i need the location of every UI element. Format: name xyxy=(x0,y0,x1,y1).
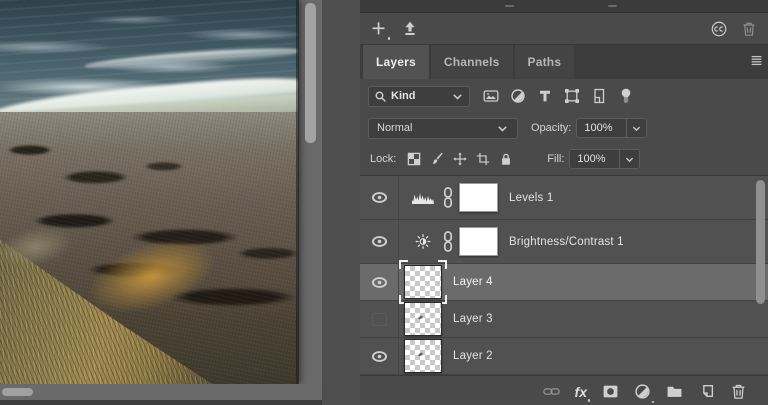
lock-icons xyxy=(407,152,513,166)
mask-link-icon xyxy=(443,187,453,208)
canvas-edge-shadow xyxy=(296,0,299,384)
blend-mode-dropdown[interactable]: Normal xyxy=(368,118,518,139)
filter-type-icons xyxy=(483,88,634,104)
eye-icon[interactable] xyxy=(371,276,388,289)
layer-visibility-toggle[interactable] xyxy=(360,301,399,337)
fill-field[interactable]: 100% xyxy=(569,149,640,169)
blend-row: Normal Opacity: 100% xyxy=(360,113,768,143)
filter-kind-dropdown[interactable]: Kind xyxy=(368,86,470,107)
panel-header xyxy=(360,13,768,45)
canvas-photo[interactable] xyxy=(0,0,298,384)
chevron-down-icon xyxy=(496,122,509,135)
fx-label: fx xyxy=(575,385,587,399)
add-icon[interactable] xyxy=(371,21,387,37)
opacity-label: Opacity: xyxy=(531,122,571,134)
lock-transparency-icon[interactable] xyxy=(407,152,421,166)
search-icon xyxy=(374,90,387,103)
smart-object-filter-icon[interactable] xyxy=(591,88,607,104)
add-mask-icon[interactable] xyxy=(602,383,619,400)
blend-mode-value: Normal xyxy=(377,122,412,134)
tab-label: Channels xyxy=(444,55,500,69)
layer-mask-thumbnail[interactable] xyxy=(459,227,498,256)
transparent-thumbnail xyxy=(404,265,442,299)
layer-list: Levels 1 Brightness/Contrast 1 Layer 4 Laye… xyxy=(360,176,768,375)
panel-tabs: Layers Channels Paths xyxy=(360,45,768,79)
tab-paths[interactable]: Paths xyxy=(515,45,575,79)
layer-visibility-toggle[interactable] xyxy=(360,176,399,219)
chevron-down-icon[interactable] xyxy=(626,119,646,137)
pixel-filter-icon[interactable] xyxy=(483,88,499,104)
layer-name[interactable]: Layer 4 xyxy=(453,276,493,288)
layer-visibility-toggle[interactable] xyxy=(360,264,399,300)
chevron-down-icon[interactable] xyxy=(619,150,639,168)
transparent-thumbnail xyxy=(404,302,442,336)
layer-row[interactable]: Layer 3 xyxy=(360,301,768,338)
lock-all-icon[interactable] xyxy=(499,152,513,166)
lock-position-icon[interactable] xyxy=(453,152,467,166)
new-group-icon[interactable] xyxy=(666,383,683,400)
lock-pixels-icon[interactable] xyxy=(430,152,444,166)
eye-icon[interactable] xyxy=(371,191,388,204)
chevron-down-icon xyxy=(451,90,464,103)
layer-visibility-toggle[interactable] xyxy=(360,338,399,374)
mask-link-icon xyxy=(443,231,453,252)
type-filter-icon[interactable] xyxy=(537,88,553,104)
layer-row[interactable]: Brightness/Contrast 1 xyxy=(360,220,768,264)
opacity-field[interactable]: 100% xyxy=(576,118,647,138)
brightness-contrast-icon[interactable] xyxy=(411,234,435,249)
layer-name[interactable]: Levels 1 xyxy=(509,192,553,204)
horizontal-scrollbar[interactable] xyxy=(0,384,322,400)
add-adjustment-icon[interactable] xyxy=(634,383,651,400)
document-area xyxy=(0,0,360,405)
filtering-toggle-icon[interactable] xyxy=(618,88,634,104)
filter-row: Kind xyxy=(360,79,768,113)
layer-list-scrollbar-thumb[interactable] xyxy=(756,180,765,304)
layer-name[interactable]: Layer 2 xyxy=(453,350,493,362)
layer-mask-thumbnail[interactable] xyxy=(459,183,498,212)
link-layers-icon[interactable] xyxy=(543,383,560,400)
trash-icon[interactable] xyxy=(741,21,757,37)
layer-name[interactable]: Layer 3 xyxy=(453,313,493,325)
new-layer-icon[interactable] xyxy=(698,383,715,400)
eye-icon[interactable] xyxy=(371,350,388,363)
opacity-value[interactable]: 100% xyxy=(577,122,626,134)
horizontal-scrollbar-thumb[interactable] xyxy=(2,388,33,396)
tab-channels[interactable]: Channels xyxy=(431,45,513,79)
layer-thumbnail[interactable] xyxy=(404,339,442,373)
layers-panel: Layers Channels Paths Kind Normal Opacity:… xyxy=(360,0,768,405)
visibility-empty-well xyxy=(372,313,387,326)
layer-visibility-toggle[interactable] xyxy=(360,220,399,263)
tab-label: Layers xyxy=(376,55,416,69)
document-bottom-strip xyxy=(0,400,322,405)
panel-menu-icon[interactable] xyxy=(750,54,763,67)
adjustment-filter-icon[interactable] xyxy=(510,88,526,104)
layer-thumbnail[interactable] xyxy=(404,265,442,299)
shape-filter-icon[interactable] xyxy=(564,88,580,104)
lock-artboard-icon[interactable] xyxy=(476,152,490,166)
fill-value[interactable]: 100% xyxy=(570,153,619,165)
vertical-scrollbar-thumb[interactable] xyxy=(305,3,316,143)
eye-icon[interactable] xyxy=(371,235,388,248)
layer-effects-icon[interactable]: fx xyxy=(575,385,587,399)
layers-panel-footer: fx xyxy=(360,375,768,405)
upload-icon[interactable] xyxy=(402,21,418,37)
document-window xyxy=(0,0,322,405)
layer-row[interactable]: Levels 1 xyxy=(360,176,768,220)
panel-dock-strip xyxy=(360,0,768,13)
transparent-thumbnail xyxy=(404,339,442,373)
tab-label: Paths xyxy=(528,55,562,69)
layer-row[interactable]: Layer 2 xyxy=(360,338,768,375)
layer-row[interactable]: Layer 4 xyxy=(360,264,768,301)
photoshop-window: Layers Channels Paths Kind Normal Opacity:… xyxy=(0,0,768,405)
filter-kind-value: Kind xyxy=(391,90,415,102)
fill-label: Fill: xyxy=(547,153,564,165)
tab-layers[interactable]: Layers xyxy=(363,45,429,79)
levels-icon[interactable] xyxy=(411,190,435,205)
layer-thumbnail[interactable] xyxy=(404,302,442,336)
layer-name[interactable]: Brightness/Contrast 1 xyxy=(509,236,624,248)
lock-row: Lock: Fill: 100% xyxy=(360,143,768,176)
lock-label: Lock: xyxy=(370,153,396,165)
delete-layer-icon[interactable] xyxy=(730,383,747,400)
creative-cloud-icon[interactable] xyxy=(711,21,727,37)
